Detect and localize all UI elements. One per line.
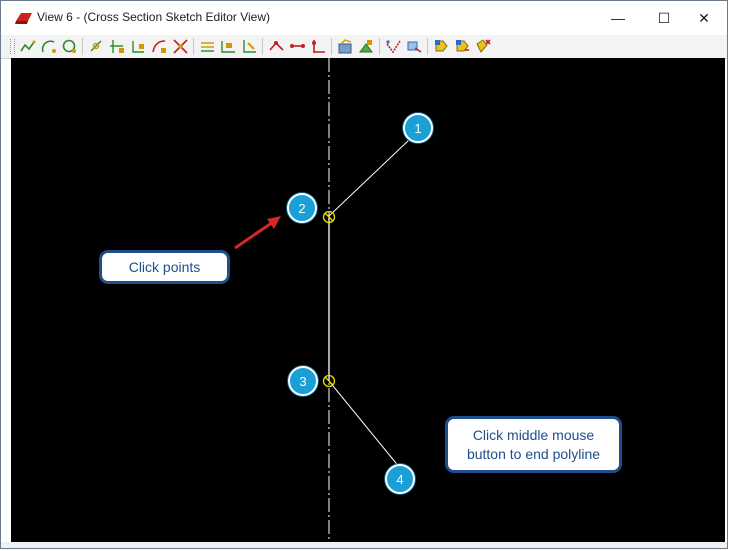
toolbar-grip[interactable] [10,39,15,54]
maximize-icon: ☐ [657,9,671,26]
select-icon[interactable] [385,38,402,55]
toolbar-separator [262,38,263,55]
callout-text-line-2: button to end polyline [466,445,601,462]
toolbar-separator [379,38,380,55]
sketch-toolbar [1,35,727,59]
snap-node-icon[interactable] [109,38,126,55]
callout-click-points: Click points [99,250,230,284]
toolbar-separator [82,38,83,55]
callout-end-polyline: Click middle mouse button to end polylin… [445,416,622,473]
status-strip [1,542,727,548]
edit-segment-icon[interactable] [241,38,258,55]
edit-node-icon[interactable] [220,38,237,55]
title-bar[interactable]: View 6 - (Cross Section Sketch Editor Vi… [1,1,727,35]
snap-curve-icon[interactable] [151,38,168,55]
paint-icon[interactable] [358,38,375,55]
step-marker-4: 4 [385,464,415,494]
arc-tool-icon[interactable] [40,38,57,55]
snap-point-icon[interactable] [88,38,105,55]
app-logo-icon [15,13,32,24]
polyline-segment-3 [328,380,401,469]
toolbar-separator [193,38,194,55]
tag-edit-icon[interactable] [454,38,471,55]
delete-node-icon[interactable] [310,38,327,55]
callout-text-line-1: Click middle mouse [472,426,595,443]
move-node-icon[interactable] [289,38,306,55]
close-icon: ✕ [698,9,710,26]
insert-node-icon[interactable] [268,38,285,55]
tag-icon[interactable] [433,38,450,55]
window-title: View 6 - (Cross Section Sketch Editor Vi… [37,10,270,24]
circle-tool-icon[interactable] [61,38,78,55]
close-button[interactable]: ✕ [681,1,727,35]
snap-intersect-icon[interactable] [172,38,189,55]
edit-line-icon[interactable] [199,38,216,55]
fill-icon[interactable] [337,38,354,55]
polyline-segment-1 [328,139,410,217]
step-marker-2: 2 [287,193,317,223]
step-marker-1: 1 [403,113,433,143]
toolbar-separator [331,38,332,55]
polyline-tool-icon[interactable] [19,38,36,55]
arrow-icon [234,216,281,250]
snap-end-icon[interactable] [130,38,147,55]
toolbar-separator [427,38,428,55]
tag-delete-icon[interactable] [475,38,492,55]
step-marker-3: 3 [288,366,318,396]
cross-section-sketch-editor-window: View 6 - (Cross Section Sketch Editor Vi… [0,0,728,549]
callout-text: Click points [128,258,201,275]
minimize-button[interactable]: — [595,1,641,35]
minimize-icon: — [611,10,625,26]
sketch-canvas[interactable]: 1 2 3 4 Click points Click middle mouse … [11,58,725,542]
transform-icon[interactable] [406,38,423,55]
